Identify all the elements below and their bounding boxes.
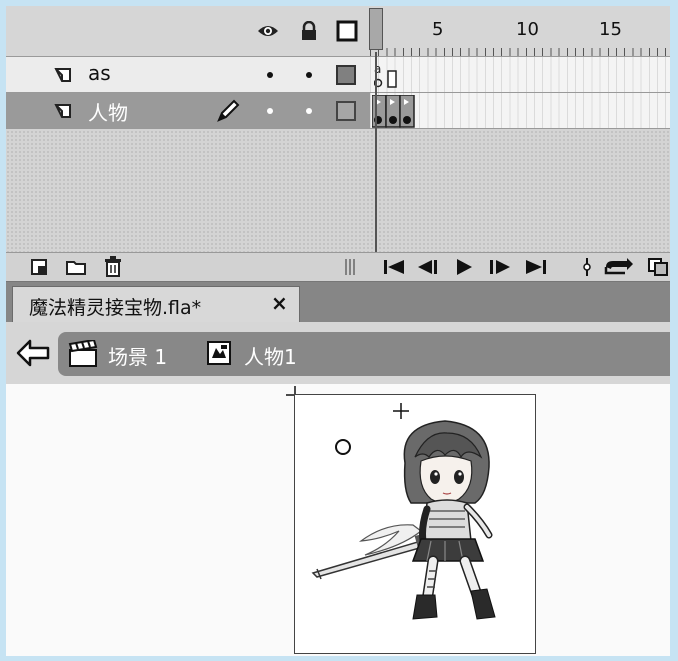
pencil-icon [217,99,240,122]
symbol-artboard[interactable] [294,394,536,654]
layer-name: 人物 [88,101,128,125]
lock-dot[interactable] [306,108,312,114]
playhead[interactable] [369,8,383,50]
playhead-line [375,52,377,254]
document-tab-bar: 魔法精灵接宝物.fla* × [6,282,670,322]
center-frame-icon[interactable] [578,256,596,278]
next-frame-icon[interactable] [486,256,514,278]
scene-crumb[interactable]: 场景 1 [108,341,167,370]
breadcrumb: 场景 1 人物1 [58,332,670,376]
folder-icon[interactable] [64,256,88,278]
frames-character[interactable] [370,93,670,129]
frame-number: 10 [516,19,539,40]
clapperboard-icon [68,340,98,367]
flash-editor: 1 5 10 15 as a 人物 [6,6,670,656]
resize-grip[interactable] [342,256,358,278]
visibility-dot[interactable] [267,72,273,78]
layer-row-character[interactable]: 人物 [6,93,370,129]
loop-icon[interactable] [602,256,636,278]
prev-frame-icon[interactable] [414,256,442,278]
timeline-empty-area [6,130,670,252]
outline-square-icon[interactable] [336,20,358,42]
keyframes[interactable] [372,95,420,129]
movieclip-symbol-icon [207,341,231,365]
onion-skin-icon[interactable] [646,256,670,278]
lock-icon[interactable] [298,20,320,42]
frame-ruler[interactable]: 1 5 10 15 [370,6,670,56]
eye-icon[interactable] [257,20,279,42]
layer-icon [54,68,71,82]
layer-icon [54,104,71,118]
document-tab-title: 魔法精灵接宝物.fla* [29,297,202,319]
frames-as[interactable]: a [370,57,670,93]
layer-name: as [88,61,111,85]
trash-icon[interactable] [102,256,124,278]
frame-number: 5 [432,19,444,40]
character-sprite[interactable] [295,395,535,653]
play-icon[interactable] [452,256,476,278]
layer-row-as[interactable]: as [6,57,370,93]
lock-dot[interactable] [306,72,312,78]
new-layer-icon[interactable] [28,256,50,278]
keyframe-actions[interactable]: a [374,61,414,89]
visibility-dot[interactable] [267,108,273,114]
last-frame-icon[interactable] [522,256,550,278]
first-frame-icon[interactable] [380,256,408,278]
outline-color-swatch[interactable] [336,101,356,121]
edit-bar: 场景 1 人物1 [6,322,670,384]
symbol-crumb[interactable]: 人物1 [244,341,297,370]
ruler-ticks [370,48,670,56]
outline-color-swatch[interactable] [336,65,356,85]
timeline-header: 1 5 10 15 [6,6,670,57]
back-arrow-icon[interactable] [16,338,50,368]
close-icon[interactable]: × [271,291,288,315]
frame-number: 15 [599,19,622,40]
timeline-footer [6,252,670,283]
stage[interactable] [6,384,670,656]
document-tab[interactable]: 魔法精灵接宝物.fla* × [12,286,300,322]
